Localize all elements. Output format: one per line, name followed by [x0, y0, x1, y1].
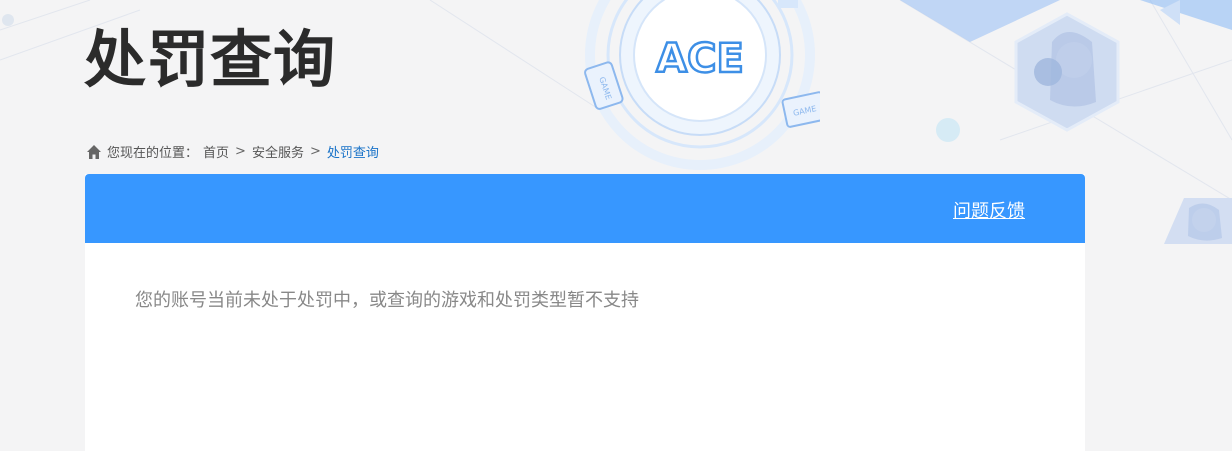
panel-header: 问题反馈 [85, 174, 1085, 243]
feedback-link[interactable]: 问题反馈 [953, 197, 1025, 223]
result-panel: 问题反馈 您的账号当前未处于处罚中，或查询的游戏和处罚类型暂不支持 [85, 174, 1085, 451]
breadcrumb-current: 处罚查询 [326, 146, 379, 161]
breadcrumb-separator: > [309, 144, 321, 159]
breadcrumb-home-link[interactable]: 首页 [203, 142, 229, 161]
breadcrumb: 您现在的位置： 首页 > 安全服务 > 处罚查询 [86, 142, 379, 161]
character-avatar [1014, 12, 1120, 132]
breadcrumb-separator: > [235, 144, 246, 159]
page-title: 处罚查询 [84, 23, 337, 96]
game-tv-icon: GAME [781, 91, 820, 128]
breadcrumb-prefix: 您现在的位置： [107, 146, 199, 161]
ace-logo-text: ACE [656, 36, 744, 82]
ace-logo-emblem: ACE GAME GAME [584, 0, 820, 170]
game-phone-icon: GAME [584, 61, 624, 110]
home-icon [87, 144, 101, 159]
result-notice: 您的账号当前未处于处罚中，或查询的游戏和处罚类型暂不支持 [135, 290, 639, 311]
breadcrumb-security-link[interactable]: 安全服务 [252, 142, 304, 161]
side-character-avatar [1164, 198, 1232, 244]
